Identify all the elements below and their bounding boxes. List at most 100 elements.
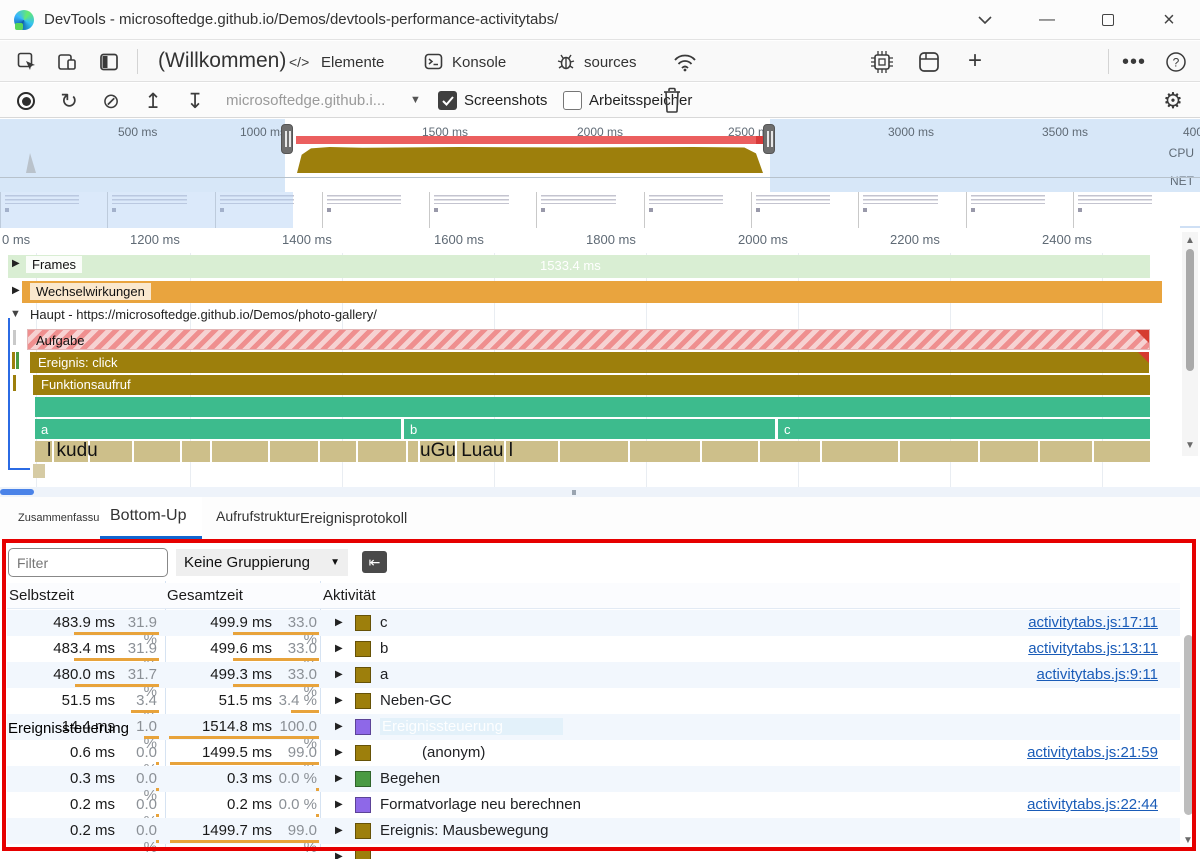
- flame-bar[interactable]: [35, 397, 1150, 417]
- frames-expander-icon[interactable]: ▶: [12, 258, 20, 269]
- selection-handle-left[interactable]: [281, 124, 293, 154]
- event-click-bar[interactable]: Ereignis: click: [30, 352, 1149, 373]
- row-expander-icon[interactable]: ▶: [335, 695, 343, 706]
- memory-checkbox[interactable]: [563, 91, 582, 110]
- filter-input[interactable]: [8, 548, 168, 577]
- column-header-self-time[interactable]: Selbstzeit: [9, 587, 74, 604]
- source-location-link[interactable]: activitytabs.js:13:11: [1028, 640, 1158, 657]
- table-row[interactable]: 0.3 ms0.0 %0.3 ms0.0 %▶Begehen: [7, 766, 1180, 792]
- row-expander-icon[interactable]: ▶: [335, 721, 343, 732]
- table-row[interactable]: 483.9 ms31.9 %499.9 ms33.0 %▶cactivityta…: [7, 610, 1180, 636]
- table-row[interactable]: ▶: [7, 844, 1180, 859]
- application-icon[interactable]: [918, 51, 940, 73]
- page-selector-chevron-icon[interactable]: ▼: [410, 94, 421, 106]
- network-wifi-icon[interactable]: [672, 51, 698, 73]
- interactions-expander-icon[interactable]: ▶: [12, 285, 20, 296]
- tab-sources[interactable]: sources: [584, 54, 637, 71]
- more-tools-plus-icon[interactable]: +: [962, 47, 988, 75]
- clear-icon[interactable]: ⊘: [98, 88, 124, 114]
- heaviest-stack-button[interactable]: ⇤: [362, 551, 387, 573]
- help-icon[interactable]: ?: [1162, 49, 1190, 75]
- device-emulation-icon[interactable]: [54, 49, 80, 75]
- main-tick: 2000 ms: [738, 232, 788, 247]
- minimize-button[interactable]: —: [1030, 6, 1064, 34]
- task-bar[interactable]: Aufgabe: [27, 329, 1150, 350]
- record-icon[interactable]: [14, 89, 38, 113]
- tab-event-log[interactable]: Ereignisprotokoll: [300, 511, 407, 527]
- column-header-activity[interactable]: Aktivität: [323, 587, 376, 604]
- tab-elements[interactable]: Elemente: [321, 54, 384, 71]
- column-header-total-time[interactable]: Gesamtzeit: [167, 587, 243, 604]
- interactions-track-bar[interactable]: [22, 281, 1162, 303]
- row-expander-icon[interactable]: ▶: [335, 669, 343, 680]
- flame-bar-c[interactable]: c: [778, 419, 1150, 439]
- reload-record-icon[interactable]: ↻: [56, 88, 82, 114]
- scrollbar-thumb[interactable]: [0, 489, 34, 495]
- settings-gear-icon[interactable]: ⚙: [1160, 88, 1186, 114]
- close-button[interactable]: ×: [1152, 6, 1186, 34]
- function-call-bar[interactable]: Funktionsaufruf: [33, 375, 1150, 395]
- row-expander-icon[interactable]: ▶: [335, 617, 343, 628]
- screenshot-thumbnail[interactable]: [536, 192, 643, 228]
- timeline-overview[interactable]: 500 ms 1000 ms 1500 ms 2000 ms 2500 ms 3…: [0, 119, 1200, 192]
- source-location-link[interactable]: activitytabs.js:21:59: [1027, 744, 1158, 761]
- row-expander-icon[interactable]: ▶: [335, 851, 343, 859]
- segment-gap: [318, 441, 320, 462]
- scroll-down-icon[interactable]: ▼: [1183, 835, 1193, 846]
- load-profile-icon[interactable]: ↥: [140, 88, 166, 114]
- main-track-expander-icon[interactable]: ▼: [10, 308, 21, 320]
- scroll-down-icon[interactable]: ▼: [1185, 440, 1195, 451]
- table-row[interactable]: 480.0 ms31.7 %499.3 ms33.0 %▶aactivityta…: [7, 662, 1180, 688]
- row-expander-icon[interactable]: ▶: [335, 747, 343, 758]
- chevron-down-icon[interactable]: [968, 6, 1002, 34]
- memory-chip-icon[interactable]: [870, 50, 894, 74]
- table-row[interactable]: 14.4 ms1.0 %1514.8 ms100.0 %▶Ereignisste…: [7, 714, 1180, 740]
- source-location-link[interactable]: activitytabs.js:17:11: [1028, 614, 1158, 631]
- tab-bottom-up[interactable]: Bottom-Up: [100, 497, 202, 539]
- screenshot-thumbnail[interactable]: [644, 192, 751, 228]
- flame-bar-a[interactable]: a: [35, 419, 401, 439]
- screenshot-thumbnail[interactable]: [1073, 192, 1180, 228]
- trash-icon[interactable]: [660, 87, 684, 114]
- cpu-activity-chart: [297, 145, 763, 173]
- selection-handle-right[interactable]: [763, 124, 775, 154]
- timeline-vertical-scrollbar[interactable]: ▲ ▼: [1182, 232, 1198, 456]
- scrollbar-thumb[interactable]: [1186, 249, 1194, 371]
- source-location-link[interactable]: activitytabs.js:22:44: [1027, 796, 1158, 813]
- screenshot-thumbnail[interactable]: [858, 192, 965, 228]
- save-profile-icon[interactable]: ↧: [182, 88, 208, 114]
- source-location-link[interactable]: activitytabs.js:9:11: [1037, 666, 1158, 683]
- tab-console[interactable]: Konsole: [452, 54, 506, 71]
- table-row[interactable]: 0.6 ms0.0 %1499.5 ms99.0 %▶(anonym)activ…: [7, 740, 1180, 766]
- table-row[interactable]: 483.4 ms31.9 %499.6 ms33.0 %▶bactivityta…: [7, 636, 1180, 662]
- row-expander-icon[interactable]: ▶: [335, 773, 343, 784]
- self-percent-bar: [75, 684, 159, 687]
- row-expander-icon[interactable]: ▶: [335, 643, 343, 654]
- table-row[interactable]: 0.2 ms0.0 %1499.7 ms99.0 %▶Ereignis: Mau…: [7, 818, 1180, 844]
- inspect-element-icon[interactable]: [14, 49, 40, 75]
- screenshot-thumbnail[interactable]: [429, 192, 536, 228]
- more-options-icon[interactable]: •••: [1120, 49, 1148, 75]
- dock-side-icon[interactable]: [96, 49, 122, 75]
- scrollbar-thumb[interactable]: [1184, 635, 1193, 815]
- timeline-horizontal-scrollbar[interactable]: [0, 487, 1200, 497]
- tab-welcome[interactable]: (Willkommen): [158, 49, 286, 73]
- screenshot-thumbnail[interactable]: [751, 192, 858, 228]
- tab-call-tree[interactable]: Aufrufstruktur: [216, 508, 300, 524]
- table-vertical-scrollbar[interactable]: ▼: [1181, 583, 1196, 851]
- screenshot-thumbnail[interactable]: [322, 192, 429, 228]
- grouping-select[interactable]: Keine Gruppierung ▼: [176, 549, 348, 576]
- page-selector[interactable]: microsoftedge.github.i...: [226, 92, 385, 109]
- scroll-up-icon[interactable]: ▲: [1182, 235, 1198, 246]
- flame-bar-leaf-row[interactable]: l kudu uGu Luau l: [35, 441, 1150, 462]
- flame-bar-b[interactable]: b: [404, 419, 775, 439]
- screenshots-filmstrip[interactable]: [0, 192, 1200, 228]
- maximize-button[interactable]: [1091, 6, 1125, 34]
- table-row[interactable]: 51.5 ms3.4 %51.5 ms3.4 %▶Neben-GC: [7, 688, 1180, 714]
- screenshot-thumbnail[interactable]: [966, 192, 1073, 228]
- row-expander-icon[interactable]: ▶: [335, 799, 343, 810]
- table-row[interactable]: 0.2 ms0.0 %0.2 ms0.0 %▶Formatvorlage neu…: [7, 792, 1180, 818]
- row-expander-icon[interactable]: ▶: [335, 825, 343, 836]
- tab-summary[interactable]: Zusammenfassung: [18, 512, 112, 524]
- screenshots-checkbox[interactable]: [438, 91, 457, 110]
